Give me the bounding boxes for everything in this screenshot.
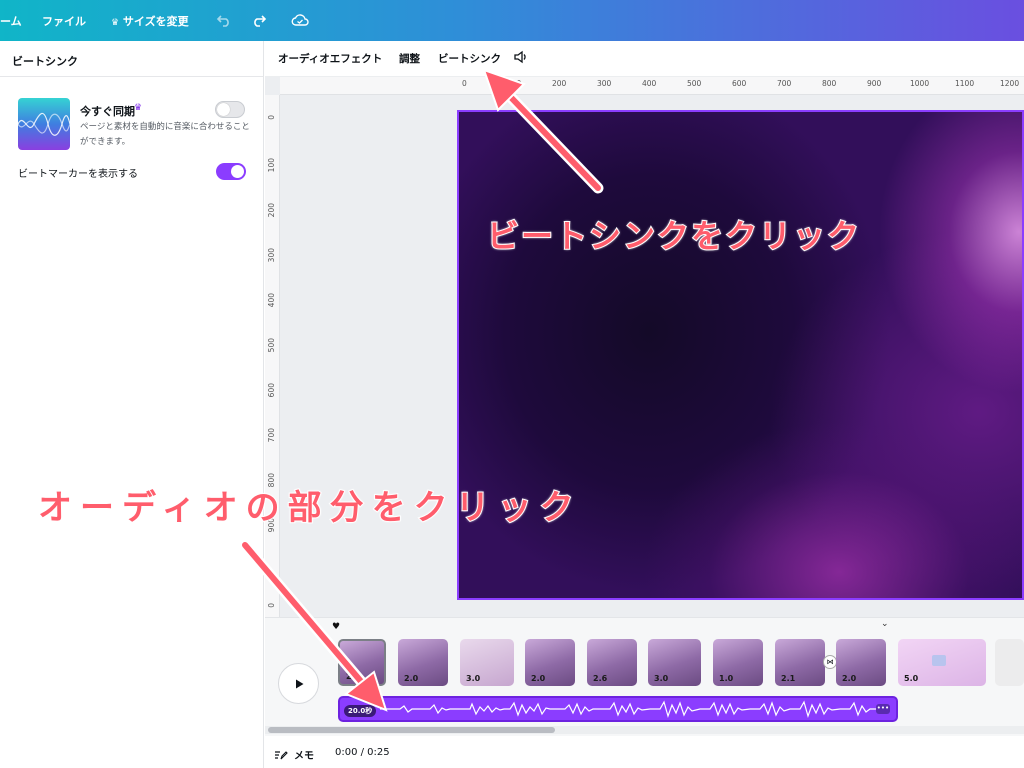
volume-icon[interactable] [513, 50, 529, 67]
cloud-save-icon[interactable] [290, 11, 310, 29]
clip-duration: 3.0 [654, 674, 669, 683]
ruler-tick: 1100 [955, 79, 975, 88]
beat-sync-panel: ビートシンク 今すぐ同期 ♛ ページと素材を自動的に音楽に合わせることができます… [0, 41, 264, 768]
redo-icon[interactable] [249, 11, 269, 29]
play-icon [295, 679, 303, 688]
top-bar: ーム ファイル ♛ サイズを変更 [0, 0, 1024, 41]
clip-duration: 2.0 [531, 674, 546, 683]
home-menu[interactable]: ーム [0, 13, 22, 29]
audio-duration-badge: 20.0秒 [344, 705, 377, 717]
clip-duration: 5.0 [904, 674, 919, 683]
crown-icon: ♛ [111, 18, 120, 28]
playback-time: 0:00 / 0:25 [335, 747, 390, 758]
clip-duration: 3.0 [466, 674, 481, 683]
premium-crown-icon: ♛ [134, 103, 143, 113]
add-page-clip[interactable] [995, 639, 1024, 686]
file-menu[interactable]: ファイル [42, 13, 86, 29]
clip-duration: 1.0 [719, 674, 734, 683]
sync-now-toggle[interactable] [215, 101, 245, 118]
audio-track[interactable]: 20.0秒 ••• [338, 696, 898, 722]
audio-waveform [380, 700, 880, 718]
image-icon [932, 655, 946, 666]
annotation-click-audio: オーディオの部分をクリック [37, 487, 582, 529]
clip-duration: 2.1 [781, 674, 796, 683]
resize-button[interactable]: ♛ サイズを変更 [111, 13, 189, 29]
panel-title: ビートシンク [12, 55, 78, 68]
adjust-button[interactable]: 調整 [399, 51, 420, 66]
ruler-tick: 800 [822, 79, 837, 88]
ruler-tick: 700 [777, 79, 792, 88]
show-markers-toggle[interactable] [216, 163, 246, 180]
audio-toolbar: オーディオエフェクト 調整 ビートシンク [265, 41, 1024, 77]
ruler-tick: 400 [267, 293, 276, 308]
ruler-tick: 1000 [910, 79, 930, 88]
timeline-clip[interactable]: 2.0 [338, 639, 386, 686]
ruler-left: 0 100 200 300 400 500 600 700 800 900 0 [265, 95, 280, 617]
timeline-scrollbar[interactable] [268, 727, 555, 733]
ruler-tick: 500 [687, 79, 702, 88]
ruler-tick: 100 [267, 158, 276, 173]
resize-label: サイズを変更 [122, 15, 189, 28]
beat-sync-thumbnail [18, 98, 70, 150]
ruler-tick: 500 [267, 338, 276, 353]
ruler-tick: 400 [642, 79, 657, 88]
beat-sync-button[interactable]: ビートシンク [438, 51, 501, 66]
clip-duration: 2.0 [842, 674, 857, 683]
ruler-tick: 100 [507, 79, 522, 88]
ruler-tick: 200 [267, 203, 276, 218]
sync-now-description: ページと素材を自動的に音楽に合わせることができます。 [80, 122, 250, 147]
memo-icon[interactable] [274, 746, 288, 760]
timeline-clip[interactable]: 1.0 [713, 639, 763, 686]
timeline-clip[interactable]: 2.6 [587, 639, 637, 686]
ruler-tick: 300 [267, 248, 276, 263]
clip-duration: 2.0 [404, 674, 419, 683]
memo-button[interactable]: メモ [294, 747, 314, 762]
chevron-down-icon[interactable]: ⌄ [881, 619, 889, 629]
clip-duration: 2.0 [346, 672, 361, 681]
timeline-clip[interactable]: 3.0 [460, 639, 514, 686]
ruler-tick: 600 [732, 79, 747, 88]
sync-now-title: 今すぐ同期 [80, 105, 135, 118]
transition-icon[interactable]: ⋈ [823, 655, 837, 669]
ruler-tick: 0 [267, 115, 276, 120]
annotation-click-beat-sync: ビートシンクをクリック [486, 216, 862, 256]
ruler-tick: 200 [552, 79, 567, 88]
timeline-clip[interactable]: 2.0 [525, 639, 575, 686]
timeline-clip[interactable]: 2.0 [836, 639, 886, 686]
divider [0, 76, 263, 77]
playhead-marker-icon[interactable]: ♥ [332, 622, 340, 632]
audio-effects-button[interactable]: オーディオエフェクト [278, 51, 382, 66]
timeline-clip[interactable]: 5.0 [898, 639, 986, 686]
ruler-tick: 700 [267, 428, 276, 443]
clip-duration: 2.6 [593, 674, 608, 683]
ruler-tick: 1200 [1000, 79, 1020, 88]
timeline-clip[interactable]: 3.0 [648, 639, 701, 686]
timeline-clip[interactable]: 2.0 [398, 639, 448, 686]
ruler-tick: 0 [462, 79, 467, 88]
ruler-top: 0 100 200 300 400 500 600 700 800 900 10… [280, 77, 1024, 95]
ruler-tick: 600 [267, 383, 276, 398]
more-options-icon[interactable]: ••• [876, 704, 890, 714]
timeline-clip[interactable]: 2.1 [775, 639, 825, 686]
play-button[interactable] [278, 663, 319, 704]
show-markers-label: ビートマーカーを表示する [18, 169, 138, 180]
ruler-tick: 300 [597, 79, 612, 88]
ruler-tick: 0 [267, 603, 276, 608]
undo-icon[interactable] [214, 11, 234, 29]
ruler-tick: 900 [867, 79, 882, 88]
